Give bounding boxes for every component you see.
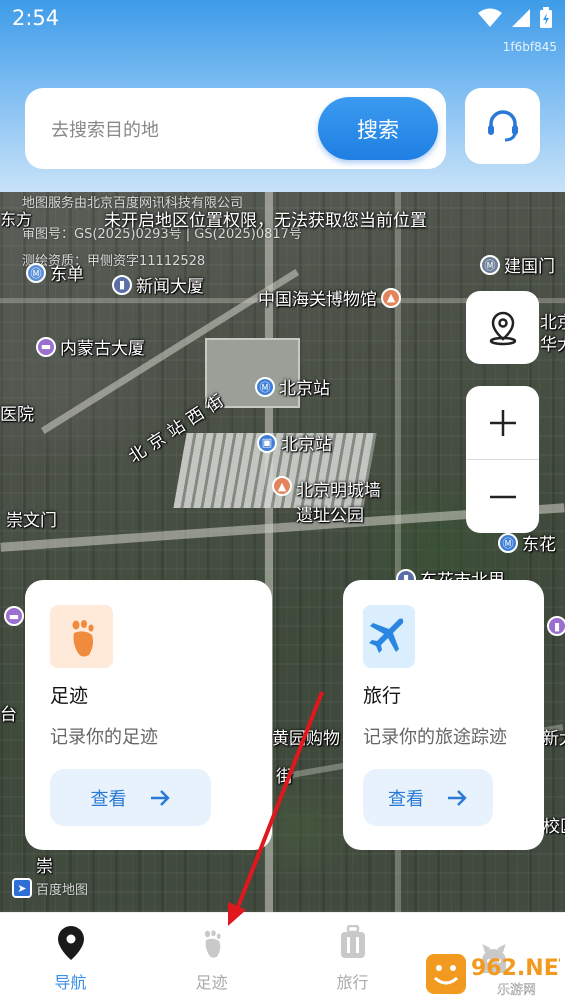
map-label: 街 [276,767,293,787]
minus-icon [489,495,516,498]
compass-icon: ➤ [12,878,32,898]
map-label: 遗址公园 [296,506,364,526]
card-description: 记录你的足迹 [50,727,158,748]
zoom-in-button[interactable] [466,386,539,459]
watermark-sub: 乐游网 [497,983,536,998]
button-label: 查看 [90,788,127,810]
button-label: 查看 [388,788,424,810]
watermark-logo: 962.NET 乐游网 [426,954,565,998]
map-label: 台 [0,705,17,725]
map-label: 东花 [522,535,556,555]
locate-button[interactable] [466,291,539,364]
zoom-control [466,386,539,533]
footprint-icon [72,619,94,657]
footprint-card-icon-bg [50,605,113,668]
building-icon: ▮ [547,616,565,636]
map-poi[interactable]: Ⓜ 东单 [26,260,84,285]
map-poi[interactable]: ▮ 新闻大厦 [112,272,204,297]
arrow-right-icon [150,789,170,806]
map-poi[interactable]: ▲ 中国海关博物馆 [258,285,401,310]
travel-card-icon-bg [363,605,415,668]
card-description: 记录你的旅途踪迹 [363,727,507,748]
map-label: 黄园购物 [272,729,340,749]
map-label: 校区 [543,817,565,837]
map-label: 崇 [36,857,53,877]
site-watermark: 962.NET 乐游网 [425,950,565,998]
status-icons [477,7,553,29]
search-input[interactable]: 去搜索目的地 [51,116,159,142]
map-label: 百度地图 [36,882,89,898]
metro-icon: Ⓜ [498,532,518,553]
map-poi[interactable]: ▬ [4,606,24,626]
arrow-right-icon [448,789,467,806]
nav-item-navigation[interactable]: 导航 [0,913,141,1004]
map-poi[interactable]: Ⓜ 北京站 [255,374,330,399]
card-title: 旅行 [363,685,402,707]
battery-icon [540,7,552,28]
nav-label: 旅行 [336,973,369,992]
park-icon: ▲ [272,476,292,496]
travel-card[interactable]: 旅行 记录你的旅途踪迹 查看 [343,580,544,850]
status-time: 2:54 [12,6,60,30]
map-poi[interactable]: ▬ 内蒙古大厦 [36,334,145,359]
hotel-icon: ▬ [4,606,24,626]
hotel-icon: ▬ [36,336,56,357]
map-poi[interactable]: ▮ [547,616,565,636]
map-label: 北京站 [281,435,332,455]
nav-label: 导航 [54,973,87,992]
map-label: 医院 [0,405,34,425]
header: 2:54 1f6bf845 去搜索目的地 搜索 [0,0,565,192]
location-permission-notice: 未开启地区位置权限，无法获取您当前位置 [104,211,427,231]
nav-item-footprint[interactable]: 足迹 [141,913,282,1004]
metro-icon: Ⓜ [26,262,46,283]
watermark-text: 962.NET [471,956,560,981]
search-box[interactable]: 去搜索目的地 搜索 [25,88,446,169]
museum-icon: ▲ [381,287,401,308]
map-poi[interactable]: Ⓜ 建国门 [480,252,555,277]
map-poi[interactable]: ▣ 北京站 [257,430,332,455]
airplane-icon [369,618,405,653]
map-label: 东方 [0,210,33,229]
train-station-icon: ▣ [257,432,277,453]
card-title: 足迹 [50,685,89,707]
search-button[interactable]: 搜索 [318,97,438,160]
map-label: 新太 [542,729,565,749]
map-label: 东单 [50,265,84,285]
map-label: 北京明城墙 [296,481,381,501]
map-label: 华大 [540,335,565,355]
nav-item-travel[interactable]: 旅行 [282,913,423,1004]
map-label: 内蒙古大厦 [60,339,145,359]
luggage-icon [340,925,365,958]
footprint-card[interactable]: 足迹 记录你的足迹 查看 [25,580,272,850]
map-label: 北京站 [279,379,330,399]
building-icon: ▮ [112,274,132,295]
view-travel-button[interactable]: 查看 [363,769,493,826]
map-label: 崇文门 [6,511,57,531]
map-poi[interactable]: ▲ 北京明城墙 遗址公园 [272,476,381,526]
version-code: 1f6bf845 [502,40,557,54]
map-poi[interactable]: Ⓜ 东花 [498,530,556,555]
view-footprint-button[interactable]: 查看 [50,769,211,826]
location-pin-icon [57,926,84,960]
signal-icon [512,9,530,27]
baidu-logo: ➤ 百度地图 [12,878,88,898]
map-label: 建国门 [504,257,555,277]
metro-icon: Ⓜ [255,376,275,397]
nav-label: 足迹 [195,973,228,992]
wifi-icon [478,8,502,27]
map-label: 中国海关博物馆 [258,290,377,310]
headset-icon [487,110,518,142]
location-icon [489,311,516,345]
customer-service-button[interactable] [465,88,540,164]
map-label: 新闻大厦 [136,277,204,297]
metro-icon: Ⓜ [480,254,500,275]
plus-icon [489,409,516,436]
zoom-out-button[interactable] [466,460,539,533]
footprint-icon [204,930,221,958]
